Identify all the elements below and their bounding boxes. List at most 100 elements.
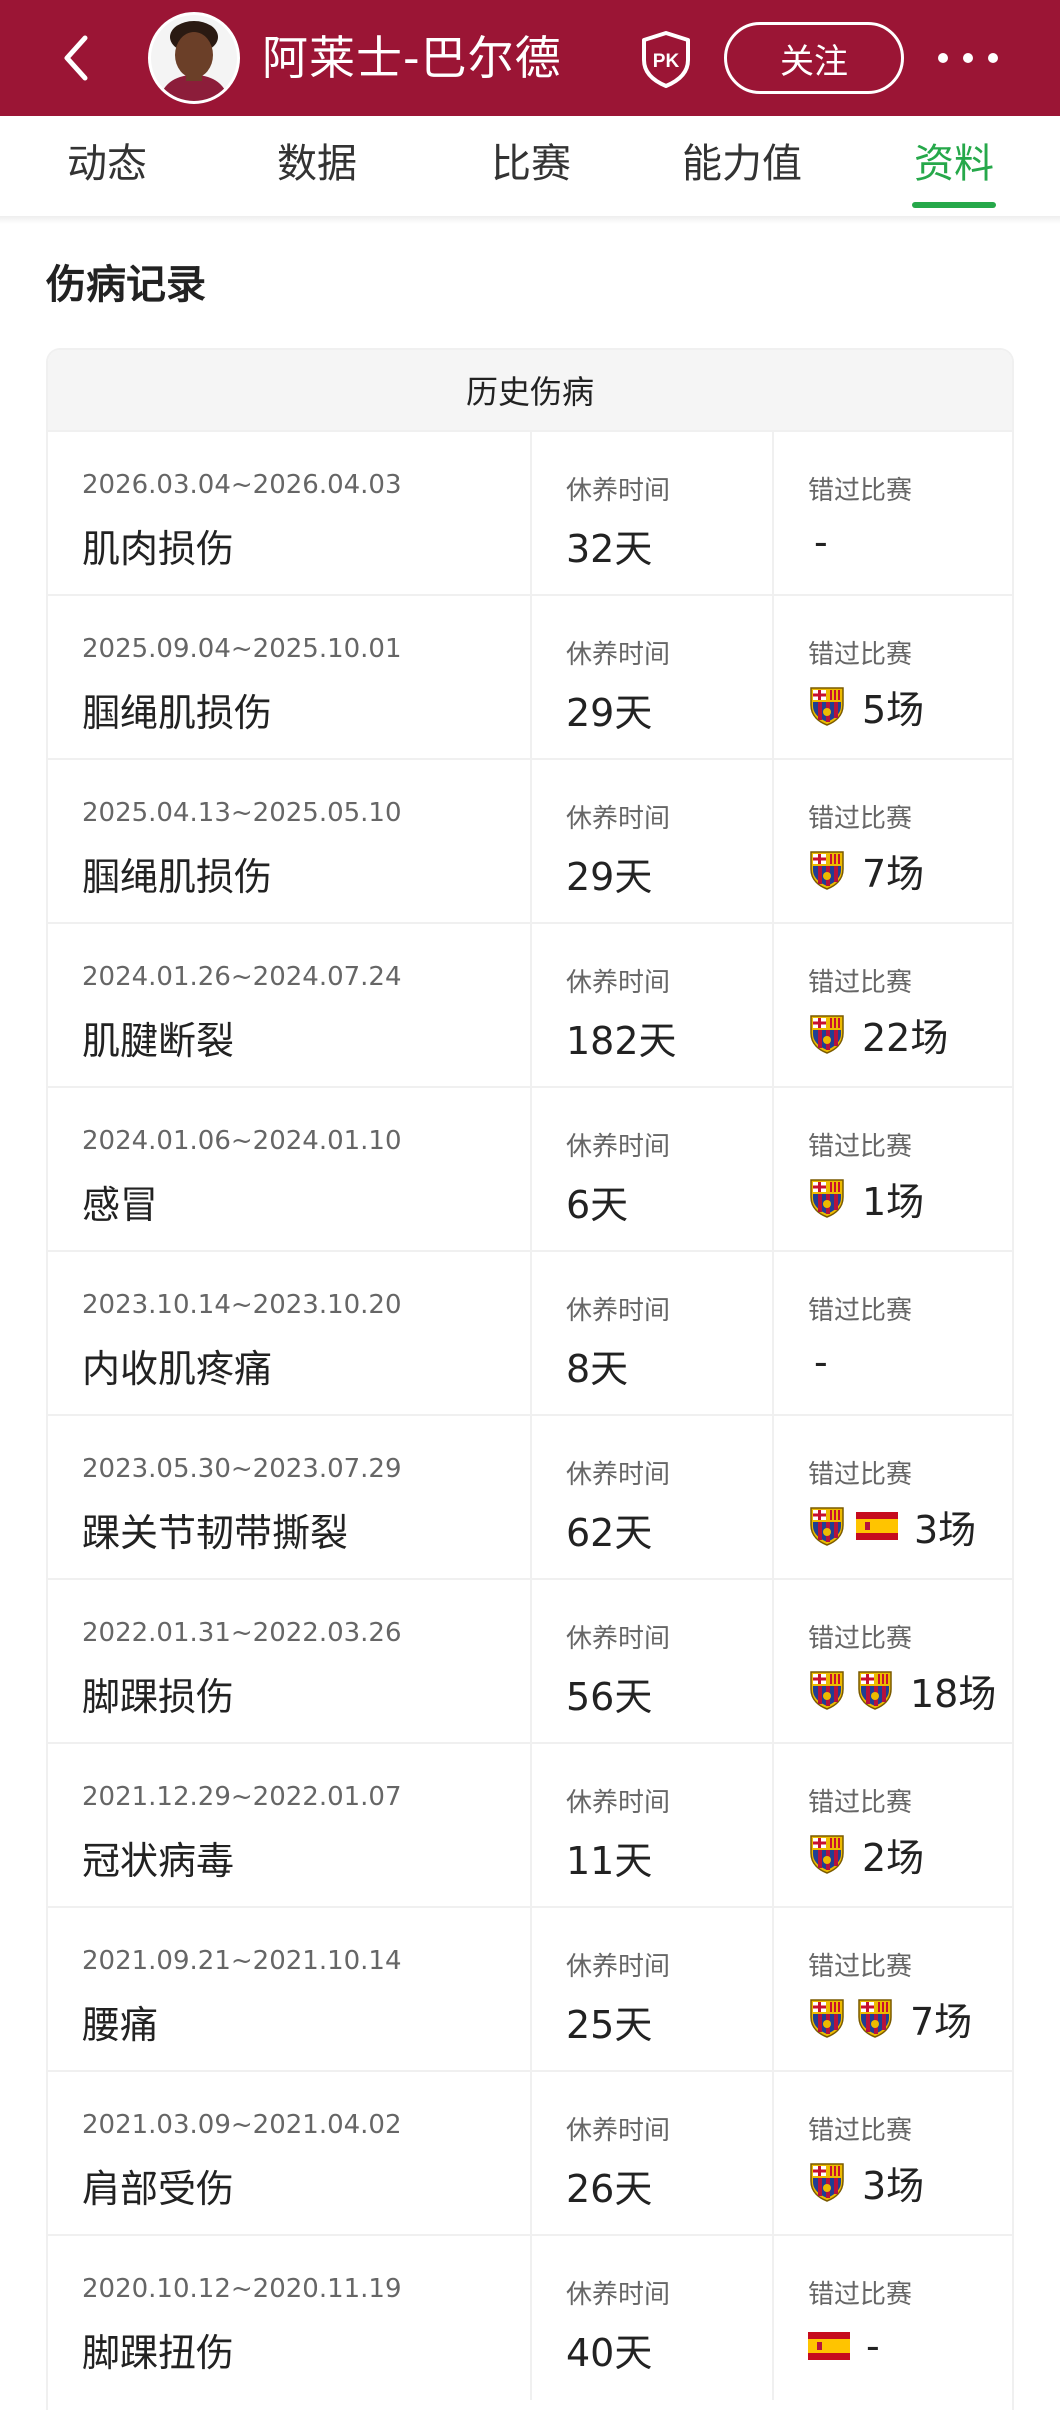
injury-info-cell: 2026.03.04~2026.04.03 肌肉损伤: [48, 432, 530, 596]
injury-row[interactable]: 2022.01.31~2022.03.26 脚踝损伤 休养时间 56天 错过比赛 18场: [48, 1578, 1012, 1744]
injury-type: 肌腱断裂: [82, 1019, 235, 1063]
rest-time-value: 8天: [566, 1347, 629, 1391]
table-title: 历史伤病: [48, 350, 1012, 430]
injury-row[interactable]: 2026.03.04~2026.04.03 肌肉损伤 休养时间 32天 错过比赛 -: [48, 430, 1012, 596]
injury-dates: 2023.05.30~2023.07.29: [82, 1454, 402, 1484]
barcelona-crest-icon: [810, 1999, 844, 2038]
missed-matches-label: 错过比赛: [808, 968, 913, 998]
missed-matches-cell: 错过比赛 18场: [772, 1580, 1012, 1744]
missed-matches-cell: 错过比赛 -: [772, 432, 1012, 596]
tab-profile[interactable]: 资料: [869, 116, 1039, 212]
missed-matches-value: 2场: [862, 1835, 925, 1880]
injury-history-table: 历史伤病 2026.03.04~2026.04.03 肌肉损伤 休养时间 32天 错过比…: [46, 348, 1014, 2410]
injury-info-cell: 2023.10.14~2023.10.20 内收肌疼痛: [48, 1252, 530, 1416]
rest-time-label: 休养时间: [566, 804, 671, 834]
missed-matches-cell: 错过比赛 -: [772, 2236, 1012, 2400]
missed-matches-value: 1场: [862, 1179, 925, 1224]
injury-row[interactable]: 2021.03.09~2021.04.02 肩部受伤 休养时间 26天 错过比赛 3场: [48, 2070, 1012, 2236]
injury-row[interactable]: 2025.04.13~2025.05.10 腘绳肌损伤 休养时间 29天 错过比赛 7场: [48, 758, 1012, 924]
injury-row[interactable]: 2024.01.06~2024.01.10 感冒 休养时间 6天 错过比赛 1场: [48, 1086, 1012, 1252]
rest-time-value: 11天: [566, 1839, 653, 1883]
missed-matches-value: 22场: [862, 1015, 949, 1060]
missed-matches-cell: 错过比赛 1场: [772, 1088, 1012, 1252]
injury-row[interactable]: 2024.01.26~2024.07.24 肌腱断裂 休养时间 182天 错过比赛 22场: [48, 922, 1012, 1088]
missed-matches: 2场: [808, 1830, 924, 1880]
injury-dates: 2021.12.29~2022.01.07: [82, 1782, 402, 1812]
rest-time-cell: 休养时间 11天: [530, 1744, 772, 1908]
missed-matches-value: 3场: [862, 2163, 925, 2208]
barcelona-crest-icon: [810, 1671, 844, 1710]
more-dot: [963, 53, 973, 63]
more-options-button[interactable]: [938, 40, 998, 76]
rest-time-value: 32天: [566, 527, 653, 571]
rest-time-label: 休养时间: [566, 476, 671, 506]
missed-matches-label: 错过比赛: [808, 1132, 913, 1162]
tab-matches[interactable]: 比赛: [446, 116, 616, 212]
rest-time-cell: 休养时间 62天: [530, 1416, 772, 1580]
tab-stats[interactable]: 数据: [232, 116, 402, 212]
follow-button[interactable]: 关注: [724, 22, 904, 94]
injury-info-cell: 2024.01.26~2024.07.24 肌腱断裂: [48, 924, 530, 1088]
injury-type: 肩部受伤: [82, 2167, 235, 2211]
pk-compare-button[interactable]: PK: [640, 30, 692, 88]
missed-matches: -: [808, 518, 828, 566]
injury-info-cell: 2024.01.06~2024.01.10 感冒: [48, 1088, 530, 1252]
missed-matches: -: [808, 2322, 880, 2370]
injury-type: 冠状病毒: [82, 1839, 235, 1883]
injury-row[interactable]: 2023.05.30~2023.07.29 踝关节韧带撕裂 休养时间 62天 错过比赛 3…: [48, 1414, 1012, 1580]
tab-divider: [0, 216, 1060, 224]
player-name: 阿莱士-巴尔德: [262, 31, 562, 85]
rest-time-label: 休养时间: [566, 1132, 671, 1162]
missed-matches: 7场: [808, 846, 924, 896]
rest-time-cell: 休养时间 26天: [530, 2072, 772, 2236]
tab-ability[interactable]: 能力值: [652, 116, 832, 212]
missed-matches-label: 错过比赛: [808, 2280, 913, 2310]
injury-info-cell: 2025.04.13~2025.05.10 腘绳肌损伤: [48, 760, 530, 924]
missed-matches: 18场: [808, 1666, 996, 1716]
barcelona-crest-icon: [810, 1507, 844, 1546]
missed-matches-value: -: [866, 2324, 880, 2368]
missed-matches-cell: 错过比赛 7场: [772, 1908, 1012, 2072]
injury-type: 腘绳肌损伤: [82, 691, 273, 735]
player-photo: [151, 15, 237, 101]
rest-time-value: 29天: [566, 855, 653, 899]
injury-dates: 2022.01.31~2022.03.26: [82, 1618, 402, 1648]
back-button[interactable]: [52, 30, 100, 86]
injury-info-cell: 2021.09.21~2021.10.14 腰痛: [48, 1908, 530, 2072]
tab-bar: 动态 数据 比赛 能力值 资料: [0, 116, 1060, 216]
injury-row[interactable]: 2021.12.29~2022.01.07 冠状病毒 休养时间 11天 错过比赛 2场: [48, 1742, 1012, 1908]
missed-matches-label: 错过比赛: [808, 1460, 913, 1490]
rest-time-value: 6天: [566, 1183, 629, 1227]
rest-time-cell: 休养时间 56天: [530, 1580, 772, 1744]
injury-type: 肌肉损伤: [82, 527, 235, 571]
injury-row[interactable]: 2021.09.21~2021.10.14 腰痛 休养时间 25天 错过比赛 7场: [48, 1906, 1012, 2072]
missed-matches: 22场: [808, 1010, 948, 1060]
injury-dates: 2021.09.21~2021.10.14: [82, 1946, 402, 1976]
missed-matches-label: 错过比赛: [808, 1296, 913, 1326]
injury-info-cell: 2025.09.04~2025.10.01 腘绳肌损伤: [48, 596, 530, 760]
injury-type: 脚踝扭伤: [82, 2331, 235, 2375]
missed-matches-cell: 错过比赛 -: [772, 1252, 1012, 1416]
injury-row[interactable]: 2023.10.14~2023.10.20 内收肌疼痛 休养时间 8天 错过比赛 -: [48, 1250, 1012, 1416]
missed-matches-cell: 错过比赛 22场: [772, 924, 1012, 1088]
injury-row[interactable]: 2025.09.04~2025.10.01 腘绳肌损伤 休养时间 29天 错过比赛 5场: [48, 594, 1012, 760]
injury-row[interactable]: 2020.10.12~2020.11.19 脚踝扭伤 休养时间 40天 错过比赛 -: [48, 2234, 1012, 2400]
injury-dates: 2021.03.09~2021.04.02: [82, 2110, 402, 2140]
injury-rows: 2026.03.04~2026.04.03 肌肉损伤 休养时间 32天 错过比赛 -202…: [48, 430, 1012, 2400]
pk-label: PK: [653, 51, 680, 72]
injury-type: 腘绳肌损伤: [82, 855, 273, 899]
injury-type: 踝关节韧带撕裂: [82, 1511, 349, 1555]
rest-time-cell: 休养时间 6天: [530, 1088, 772, 1252]
missed-matches-label: 错过比赛: [808, 2116, 913, 2146]
rest-time-value: 182天: [566, 1019, 677, 1063]
more-dot: [988, 53, 998, 63]
injury-dates: 2024.01.06~2024.01.10: [82, 1126, 402, 1156]
rest-time-cell: 休养时间 40天: [530, 2236, 772, 2400]
tab-news[interactable]: 动态: [22, 116, 192, 212]
injury-dates: 2025.04.13~2025.05.10: [82, 798, 402, 828]
rest-time-value: 26天: [566, 2167, 653, 2211]
player-avatar[interactable]: [148, 12, 240, 104]
injury-dates: 2023.10.14~2023.10.20: [82, 1290, 402, 1320]
spain-flag-icon: [856, 1512, 898, 1540]
barcelona-crest-icon: [810, 1015, 844, 1054]
